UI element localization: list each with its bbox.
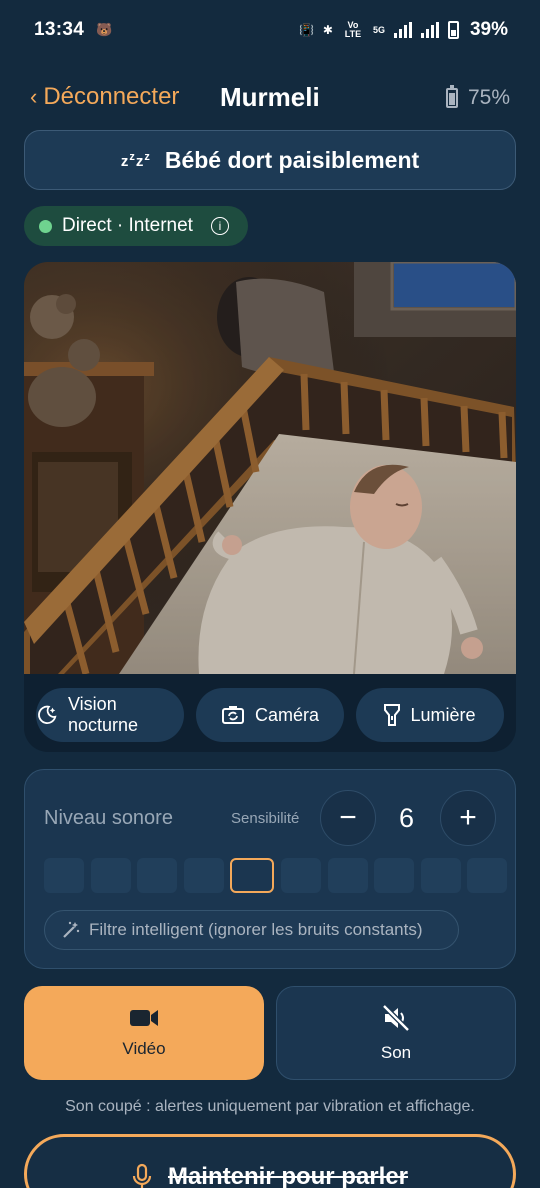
sound-level-title: Niveau sonore: [44, 807, 173, 829]
video-camera-icon: [130, 1010, 158, 1026]
connection-label: Direct · Internet: [62, 215, 193, 236]
connection-status-pill[interactable]: Direct · Internet i: [24, 206, 248, 246]
battery-icon: [445, 85, 458, 108]
disconnect-button[interactable]: ‹ Déconnecter: [30, 83, 179, 111]
increase-sensitivity-button[interactable]: +: [440, 790, 496, 846]
light-button[interactable]: Lumière: [356, 688, 504, 742]
vibrate-icon: 📳: [298, 23, 314, 37]
push-to-talk-button[interactable]: Maintenir pour parler: [24, 1134, 516, 1188]
online-dot-icon: [39, 219, 52, 233]
meter-segment: [467, 858, 508, 893]
bluetooth-icon: ✱: [322, 23, 333, 37]
video-mode-label: Vidéo: [122, 1039, 166, 1058]
phone-battery-icon: [447, 21, 459, 39]
light-label: Lumière: [410, 704, 476, 725]
sound-level-meter: [44, 858, 508, 893]
page-title: Murmeli: [220, 82, 320, 112]
sleep-status-message: Bébé dort paisiblement: [164, 146, 420, 173]
meter-segment: [374, 858, 415, 893]
camera-switch-icon: [221, 706, 244, 724]
status-icons: 📳 ✱ Vo LTE 5G 39%: [299, 19, 508, 41]
system-status-bar: 13:34 🐻 📳 ✱ Vo LTE 5G 39%: [0, 0, 540, 60]
push-to-talk-label: Maintenir pour parler: [167, 1163, 409, 1188]
sound-level-card: Niveau sonore Sensibilité − 6 + Filtre i…: [24, 769, 516, 969]
network-type-icon: 5G: [372, 25, 385, 35]
status-time: 13:34: [34, 19, 85, 40]
disconnect-label: Déconnecter: [43, 83, 180, 110]
video-card: [24, 262, 516, 752]
info-icon[interactable]: i: [210, 217, 229, 235]
camera-label: Caméra: [254, 704, 320, 725]
meter-segment: [230, 858, 275, 893]
microphone-icon: [132, 1163, 152, 1188]
moon-stars-icon: [38, 705, 57, 724]
sensitivity-label: Sensibilité: [231, 810, 300, 827]
sound-mode-button[interactable]: Son: [276, 986, 516, 1080]
sleep-status-banner: zzzz Bébé dort paisiblement: [24, 130, 516, 190]
flashlight-icon: [384, 704, 401, 726]
volume-muted-icon: [382, 1004, 410, 1032]
meter-segment: [327, 858, 368, 893]
meter-segment: [90, 858, 131, 893]
device-battery-percent: 75%: [467, 86, 510, 109]
volte-icon: Vo LTE: [344, 20, 362, 39]
chevron-left-icon: ‹: [30, 84, 38, 109]
smart-filter-toggle[interactable]: Filtre intelligent (ignorer les bruits c…: [44, 910, 459, 950]
signal-2-icon: [420, 22, 439, 38]
camera-switch-button[interactable]: Caméra: [196, 688, 344, 742]
night-vision-button[interactable]: Vision nocturne: [36, 688, 184, 742]
video-mode-button[interactable]: Vidéo: [24, 986, 264, 1080]
app-header: ‹ Déconnecter Murmeli 75%: [0, 78, 540, 118]
meter-segment: [183, 858, 224, 893]
magic-wand-icon: [63, 921, 80, 938]
bear-notification-icon: 🐻: [96, 22, 113, 37]
smart-filter-label: Filtre intelligent (ignorer les bruits c…: [89, 920, 423, 939]
meter-segment: [420, 858, 461, 893]
decrease-sensitivity-button[interactable]: −: [320, 790, 376, 846]
camera-live-feed[interactable]: [24, 262, 516, 674]
device-battery: 75%: [445, 85, 510, 110]
signal-icon: [393, 22, 412, 38]
night-vision-label: Vision nocturne: [68, 694, 139, 735]
phone-battery-percent: 39%: [469, 19, 508, 40]
sleep-zzz-icon: zzzz: [120, 150, 151, 170]
meter-segment: [280, 858, 321, 893]
meter-segment: [137, 858, 178, 893]
sound-mode-label: Son: [380, 1043, 412, 1062]
sensitivity-value: 6: [399, 803, 415, 833]
meter-segment: [44, 858, 84, 893]
mute-info-text: Son coupé : alertes uniquement par vibra…: [65, 1098, 475, 1115]
